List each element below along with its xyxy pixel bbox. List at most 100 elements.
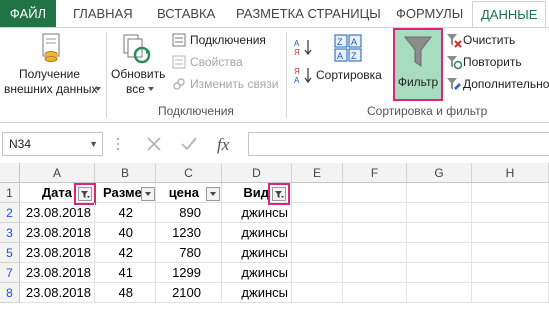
cell-price[interactable]: 2100 (156, 283, 222, 303)
cell[interactable] (407, 203, 472, 223)
cell-type[interactable]: джинсы (222, 263, 292, 283)
sort-ascending-icon[interactable]: A Я (294, 38, 314, 56)
cell[interactable] (472, 183, 549, 203)
refresh-all-button[interactable]: Обновить все (108, 28, 166, 100)
filter-button[interactable]: Фильтр (393, 28, 443, 101)
tab-insert[interactable]: ВСТАВКА (157, 0, 215, 27)
cell-price[interactable]: 1230 (156, 223, 222, 243)
row-header[interactable]: 3 (0, 223, 20, 243)
cell[interactable] (472, 243, 549, 263)
cell[interactable] (343, 223, 407, 243)
svg-text:Я: Я (294, 48, 300, 56)
drag-handle-icon[interactable] (116, 137, 120, 151)
cell[interactable] (343, 183, 407, 203)
edit-links-button[interactable]: Изменить связи (170, 76, 282, 94)
cell[interactable] (292, 283, 343, 303)
cell-type[interactable]: джинсы (222, 283, 292, 303)
cell[interactable] (407, 263, 472, 283)
cell-price[interactable]: 1299 (156, 263, 222, 283)
row-header[interactable]: 8 (0, 283, 20, 303)
cell[interactable] (343, 283, 407, 303)
sort-descending-icon[interactable]: Я A (294, 66, 314, 84)
worksheet-grid: A B C D E F G H 1 2 3 5 7 8 Дата Разме ц… (0, 163, 549, 318)
cell[interactable] (407, 283, 472, 303)
get-external-data-button[interactable]: Получение внешних данных (0, 28, 104, 100)
highlight-frame (268, 183, 290, 205)
cell[interactable] (292, 223, 343, 243)
tab-home[interactable]: ГЛАВНАЯ (73, 0, 133, 27)
cell[interactable] (472, 223, 549, 243)
svg-text:Я: Я (294, 67, 300, 76)
column-header-d[interactable]: D (222, 163, 292, 183)
cell-type[interactable]: джинсы (222, 203, 292, 223)
cell[interactable] (407, 183, 472, 203)
group-label-sort-filter: Сортировка и фильтр (367, 104, 488, 118)
refresh-label-1: Обновить (111, 67, 166, 81)
reapply-label: Повторить (463, 55, 522, 69)
advanced-button[interactable]: Дополнительно (446, 76, 549, 94)
formula-input[interactable] (248, 132, 549, 156)
column-header-h[interactable]: H (472, 163, 549, 183)
connections-label: Подключения (190, 33, 266, 47)
column-header-f[interactable]: F (343, 163, 407, 183)
cell-date[interactable]: 23.08.2018 (20, 203, 95, 223)
cell-date[interactable]: 23.08.2018 (20, 263, 95, 283)
column-header-a[interactable]: A (20, 163, 95, 183)
cell[interactable] (292, 243, 343, 263)
cell-type[interactable]: джинсы (222, 223, 292, 243)
cell[interactable] (472, 283, 549, 303)
row-header[interactable]: 1 (0, 183, 20, 203)
filter-dropdown-size[interactable] (141, 187, 155, 201)
cell-size[interactable]: 42 (95, 243, 156, 263)
filter-dropdown-price[interactable] (206, 187, 220, 201)
clear-button[interactable]: Очистить (446, 32, 546, 50)
cancel-icon[interactable] (143, 133, 165, 155)
properties-label: Свойства (190, 55, 243, 69)
tab-page-layout[interactable]: РАЗМЕТКА СТРАНИЦЫ (236, 0, 381, 27)
select-all-corner[interactable] (0, 163, 20, 183)
tab-formulas[interactable]: ФОРМУЛЫ (396, 0, 463, 27)
cell-date[interactable]: 23.08.2018 (20, 283, 95, 303)
cell-size[interactable]: 48 (95, 283, 156, 303)
cell[interactable] (407, 243, 472, 263)
cell[interactable] (292, 203, 343, 223)
properties-button[interactable]: Свойства (170, 54, 280, 72)
column-header-e[interactable]: E (292, 163, 343, 183)
chevron-down-icon (148, 87, 154, 91)
group-separator (106, 32, 107, 118)
cell[interactable] (472, 263, 549, 283)
tab-data[interactable]: ДАННЫЕ (472, 1, 547, 28)
cell[interactable] (343, 243, 407, 263)
reapply-icon (447, 56, 462, 70)
cell-price[interactable]: 890 (156, 203, 222, 223)
sort-button[interactable]: Z A A Z Сортировка (316, 28, 386, 100)
cell-size[interactable]: 41 (95, 263, 156, 283)
group-separator (286, 32, 287, 118)
cell-date[interactable]: 23.08.2018 (20, 243, 95, 263)
cell[interactable] (407, 223, 472, 243)
cell-date[interactable]: 23.08.2018 (20, 223, 95, 243)
connections-button[interactable]: Подключения (170, 32, 280, 50)
name-box[interactable]: N34 ▼ (2, 132, 103, 156)
cell[interactable] (343, 263, 407, 283)
column-header-c[interactable]: C (156, 163, 222, 183)
row-header[interactable]: 7 (0, 263, 20, 283)
row-header[interactable]: 5 (0, 243, 20, 263)
cell[interactable] (292, 263, 343, 283)
column-header-g[interactable]: G (407, 163, 472, 183)
check-icon[interactable] (178, 133, 200, 155)
column-header-b[interactable]: B (95, 163, 156, 183)
cell-price[interactable]: 780 (156, 243, 222, 263)
cell-size[interactable]: 42 (95, 203, 156, 223)
cell-size[interactable]: 40 (95, 223, 156, 243)
reapply-button[interactable]: Повторить (446, 54, 546, 72)
chevron-down-icon[interactable]: ▼ (89, 133, 98, 155)
sort-label: Сортировка (316, 68, 382, 82)
cell[interactable] (472, 203, 549, 223)
cell-type[interactable]: джинсы (222, 243, 292, 263)
cell[interactable] (343, 203, 407, 223)
tab-file[interactable]: ФАЙЛ (0, 0, 56, 27)
row-header[interactable]: 2 (0, 203, 20, 223)
cell[interactable] (292, 183, 343, 203)
insert-function-icon[interactable]: fx (214, 133, 236, 155)
